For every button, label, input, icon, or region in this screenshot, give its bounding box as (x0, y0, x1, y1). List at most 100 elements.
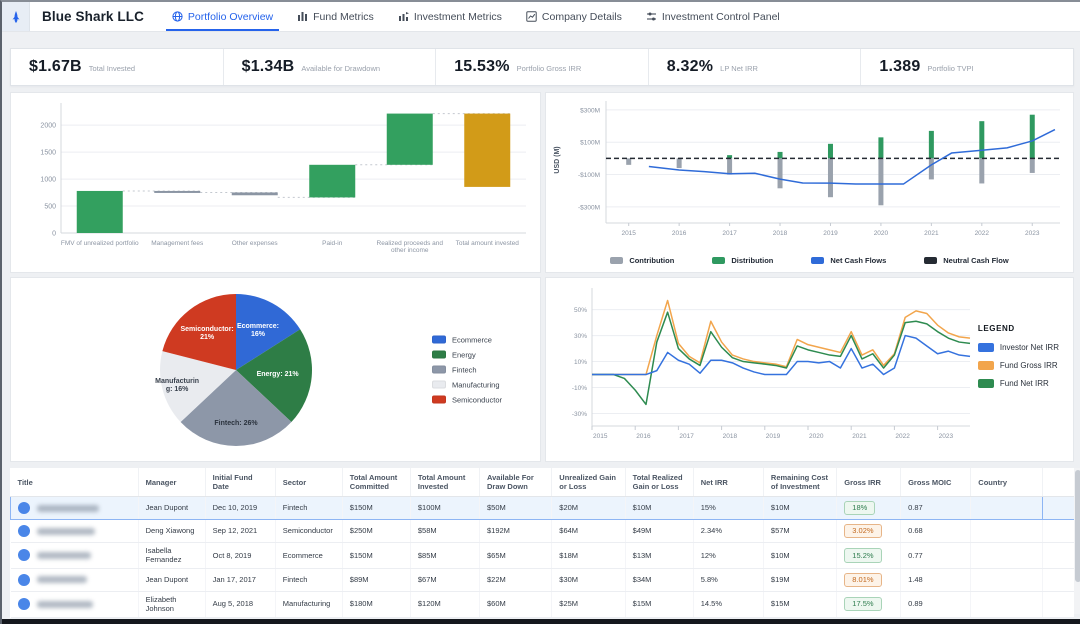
svg-text:$300M: $300M (580, 107, 600, 114)
cell-total-realized-gain-or-loss: $15M (625, 591, 693, 617)
fund-avatar (18, 598, 30, 610)
equalizer-icon (297, 11, 308, 22)
col-header-unrealized-gain-or-loss[interactable]: Unrealized Gain or Loss (552, 468, 625, 497)
col-header-gross-moic[interactable]: Gross MOIC (901, 468, 971, 497)
tab-fund-metrics[interactable]: Fund Metrics (287, 2, 384, 31)
legend-label: Distribution (731, 256, 773, 265)
gross-irr-badge: 8.01% (844, 573, 881, 587)
svg-text:0: 0 (52, 231, 56, 238)
cell-total-amount-invested: $85M (410, 543, 479, 569)
table-row[interactable]: Deng XiawongSep 12, 2021Semiconductor$25… (11, 520, 1075, 543)
col-header-title[interactable]: Title (11, 468, 139, 497)
legend-swatch (924, 257, 937, 264)
col-header-total-realized-gain-or-loss[interactable]: Total Realized Gain or Loss (625, 468, 693, 497)
svg-text:-30%: -30% (572, 411, 587, 418)
tab-label: Company Details (542, 11, 622, 23)
cell-manager: Jean Dupont (138, 497, 205, 520)
cell-sector: Manufacturing (275, 591, 342, 617)
cell-total-realized-gain-or-loss: $10M (625, 497, 693, 520)
svg-text:2015: 2015 (593, 433, 608, 440)
tab-investment-metrics[interactable]: Investment Metrics (388, 2, 512, 31)
cell-unrealized-gain-or-loss: $25M (552, 591, 625, 617)
col-header-sector[interactable]: Sector (275, 468, 342, 497)
legend-label: Investor Net IRR (1000, 343, 1059, 352)
cell-sector: Fintech (275, 568, 342, 591)
svg-text:2018: 2018 (723, 433, 738, 440)
col-header-remaining-cost-of-investment[interactable]: Remaining Cost of Investment (763, 468, 836, 497)
cell-net-irr: 12% (693, 543, 763, 569)
svg-text:2019: 2019 (766, 433, 781, 440)
legend-label: Manufacturing (452, 380, 500, 389)
cell-net-irr: 14.5% (693, 591, 763, 617)
col-header-net-irr[interactable]: Net IRR (693, 468, 763, 497)
cell-title (11, 591, 139, 617)
cell-total-amount-committed: $150M (342, 543, 410, 569)
svg-text:2016: 2016 (672, 230, 687, 237)
table-row[interactable]: Elizabeth JohnsonAug 5, 2018Manufacturin… (11, 591, 1075, 617)
cell-title (11, 543, 139, 569)
waterfall-chart: 0500100015002000FMV of unrealized portfo… (11, 93, 540, 272)
waterfall-chart-panel: 0500100015002000FMV of unrealized portfo… (10, 92, 541, 273)
window-bottom-edge (2, 619, 1080, 624)
col-header-total-amount-invested[interactable]: Total Amount Invested (410, 468, 479, 497)
legend-label: Fintech (452, 365, 477, 374)
tab-company-details[interactable]: Company Details (516, 2, 632, 31)
legend-item-net-cash-flows: Net Cash Flows (811, 256, 886, 265)
col-header-available-for-draw-down[interactable]: Available For Draw Down (479, 468, 551, 497)
cell-manager: Deng Xiawong (138, 520, 205, 543)
tab-investment-control-panel[interactable]: Investment Control Panel (636, 2, 790, 31)
redacted-title (37, 601, 93, 608)
svg-text:2023: 2023 (1025, 230, 1040, 237)
line-chart-icon (526, 11, 537, 22)
cell-remaining-cost: $15M (763, 591, 836, 617)
tab-label: Investment Control Panel (662, 11, 780, 23)
cell-unrealized-gain-or-loss: $64M (552, 520, 625, 543)
svg-text:2019: 2019 (823, 230, 838, 237)
fund-avatar (18, 549, 30, 561)
cell-total-realized-gain-or-loss: $13M (625, 543, 693, 569)
cell-remaining-cost: $10M (763, 497, 836, 520)
cash-flow-legend: ContributionDistributionNet Cash FlowsNe… (546, 256, 1073, 265)
tab-portfolio-overview[interactable]: Portfolio Overview (162, 2, 283, 31)
cell-filler (1042, 520, 1074, 543)
svg-text:2017: 2017 (722, 230, 737, 237)
legend-item-distribution: Distribution (712, 256, 773, 265)
svg-text:Paid-in: Paid-in (322, 240, 343, 247)
cell-filler (1042, 568, 1074, 591)
col-header-country[interactable]: Country (971, 468, 1042, 497)
cell-gross-irr: 8.01% (837, 568, 901, 591)
kpi-label: Total Invested (89, 64, 135, 73)
cell-filler (1042, 591, 1074, 617)
cell-available-for-draw-down: $60M (479, 591, 551, 617)
table-scrollbar[interactable] (1074, 468, 1080, 614)
svg-text:2017: 2017 (679, 433, 694, 440)
redacted-title (37, 528, 95, 535)
legend-swatch (978, 361, 994, 370)
svg-text:Other expenses: Other expenses (232, 240, 279, 247)
svg-text:2023: 2023 (939, 433, 954, 440)
table-row[interactable]: Jean DupontDec 10, 2019Fintech$150M$100M… (11, 497, 1075, 520)
app-logo[interactable] (2, 2, 30, 31)
cell-filler (1042, 497, 1074, 520)
irr-legend-item-fund-net-irr: Fund Net IRR (978, 379, 1059, 388)
cell-country (971, 520, 1042, 543)
cell-country (971, 568, 1042, 591)
col-header-total-amount-committed[interactable]: Total Amount Committed (342, 468, 410, 497)
col-header-manager[interactable]: Manager (138, 468, 205, 497)
kpi-value: 8.32% (667, 58, 713, 76)
legend-label: Net Cash Flows (830, 256, 886, 265)
fund-avatar (18, 525, 30, 537)
table-row[interactable]: Jean DupontJan 17, 2017Fintech$89M$67M$2… (11, 568, 1075, 591)
legend-label: Contribution (629, 256, 674, 265)
cell-gross-irr: 17.5% (837, 591, 901, 617)
cash-flow-chart: $300M$100M-$100M-$300MUSD (M)20152016201… (546, 93, 1073, 247)
col-header-initial-fund-date[interactable]: Initial Fund Date (205, 468, 275, 497)
table-scrollbar-thumb[interactable] (1075, 470, 1080, 582)
col-header-gross-irr[interactable]: Gross IRR (837, 468, 901, 497)
redacted-title (37, 576, 87, 583)
table-row[interactable]: Isabella FernandezOct 8, 2019Ecommerce$1… (11, 543, 1075, 569)
cell-total-amount-committed: $180M (342, 591, 410, 617)
irr-line-chart: 50%30%10%-10%-30%20152016201720182019202… (546, 278, 976, 461)
cell-gross-irr: 3.02% (837, 520, 901, 543)
cell-initial-fund-date: Oct 8, 2019 (205, 543, 275, 569)
